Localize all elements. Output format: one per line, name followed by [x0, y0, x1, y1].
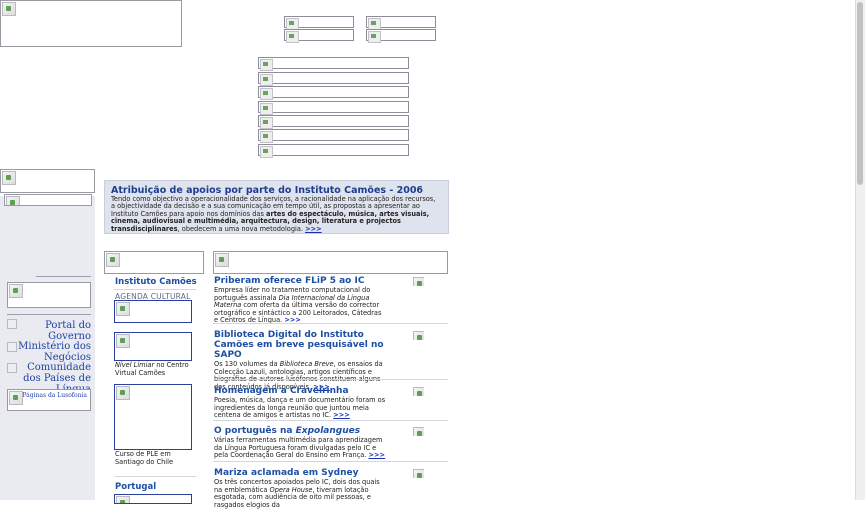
news-separator — [213, 379, 448, 380]
news-title[interactable]: Biblioteca Digital do Instituto Camões e… — [214, 330, 389, 360]
portugal-divider — [114, 476, 196, 477]
top-nav-image-2[interactable] — [366, 16, 436, 30]
news-item-4: O português na Expolangues Várias ferram… — [214, 426, 414, 460]
agenda-caption-2: Curso de PLE em Santiago do Chile — [115, 450, 173, 466]
news-title[interactable]: Priberam oferece FLiP 5 ao IC — [214, 276, 414, 286]
news-body: Poesia, música, dança e um documentário … — [214, 396, 386, 420]
left-banner-image[interactable] — [7, 282, 91, 308]
agenda-caption-1: Nível Limiar no Centro Virtual Camões — [115, 361, 195, 377]
menu-button-4[interactable] — [258, 101, 409, 115]
instituto-divider — [114, 289, 196, 290]
agenda-image-1[interactable] — [114, 300, 192, 323]
news-separator — [213, 420, 448, 421]
banner-more-link[interactable]: >>> — [305, 225, 322, 233]
link-portal-governo[interactable]: Portal do Governo — [7, 318, 91, 342]
menu-button-5[interactable] — [258, 115, 409, 129]
link-label: Páginas da Lusofonia — [22, 392, 87, 399]
top-nav-image-4[interactable] — [366, 29, 436, 43]
instituto-header-image — [104, 251, 204, 274]
news-body: Várias ferramentas multimédia para apren… — [214, 436, 386, 460]
agenda-image-2[interactable] — [114, 332, 192, 361]
menu-button-7[interactable] — [258, 144, 409, 158]
left-header-image — [0, 169, 95, 193]
instituto-heading: Instituto Camões — [115, 277, 197, 287]
news-more-link[interactable]: >>> — [369, 451, 386, 459]
news-item-1: Priberam oferece FLiP 5 ao IC Empresa lí… — [214, 276, 414, 325]
news-title[interactable]: Homenagem a Craveirinha — [214, 386, 414, 396]
link-comunidade[interactable]: Comunidade dos Países de Língua — [7, 362, 91, 395]
ministerio-icon — [7, 342, 17, 352]
news-thumb-1[interactable] — [412, 276, 424, 286]
news-body: Empresa líder no tratamento computaciona… — [214, 286, 386, 325]
news-body-text: Várias ferramentas multimédia para apren… — [214, 436, 383, 460]
news-body-text: Poesia, música, dança e um documentário … — [214, 396, 386, 420]
news-title[interactable]: O português na Expolangues — [214, 426, 414, 436]
menu-button-2[interactable] — [258, 72, 409, 86]
menu-button-6[interactable] — [258, 129, 409, 143]
portugal-image[interactable] — [114, 494, 192, 504]
news-title-text: O português na — [214, 426, 296, 436]
news-separator — [213, 323, 448, 324]
news-thumb-2[interactable] — [412, 330, 424, 340]
left-search-image[interactable] — [4, 194, 92, 206]
news-separator — [213, 461, 448, 462]
news-title-italic: Expolangues — [295, 426, 361, 436]
news-thumb-5[interactable] — [412, 468, 424, 478]
news-more-link[interactable]: >>> — [333, 411, 350, 419]
top-nav-image-1[interactable] — [284, 16, 354, 30]
comunidade-icon — [7, 363, 17, 373]
link-lusofonia[interactable]: Páginas da Lusofonia — [7, 389, 91, 411]
menu-button-3[interactable] — [258, 86, 409, 100]
menu-button-1[interactable] — [258, 57, 409, 71]
news-thumb-4[interactable] — [412, 426, 424, 436]
news-item-3: Homenagem a Craveirinha Poesia, música, … — [214, 386, 414, 420]
news-title[interactable]: Mariza aclamada em Sydney — [214, 468, 414, 478]
banner-text: Tendo como objectivo a operacionalidade … — [111, 195, 441, 233]
news-body: Os três concertos apoiados pelo IC, dois… — [214, 478, 386, 509]
scrollbar-thumb[interactable] — [857, 2, 863, 185]
news-item-5: Mariza aclamada em Sydney Os três concer… — [214, 468, 414, 509]
news-header-image — [213, 251, 448, 274]
left-divider-2 — [7, 314, 91, 315]
logo-image — [0, 0, 182, 47]
portal-icon — [7, 319, 17, 329]
agenda-image-3[interactable] — [114, 384, 192, 450]
portugal-heading: Portugal — [115, 482, 157, 492]
news-item-2: Biblioteca Digital do Instituto Camões e… — [214, 330, 414, 391]
link-label: Ministério dos Negócios — [18, 341, 91, 363]
top-nav-image-3[interactable] — [284, 29, 354, 43]
link-label: Portal do Governo — [45, 320, 91, 342]
banner-text-2: , obedecem a uma nova metodologia. — [177, 224, 306, 233]
left-divider — [36, 276, 91, 277]
link-ministerio[interactable]: Ministério dos Negócios — [7, 341, 91, 363]
featured-banner: Atribuição de apoios por parte do Instit… — [104, 180, 449, 234]
news-thumb-3[interactable] — [412, 386, 424, 396]
